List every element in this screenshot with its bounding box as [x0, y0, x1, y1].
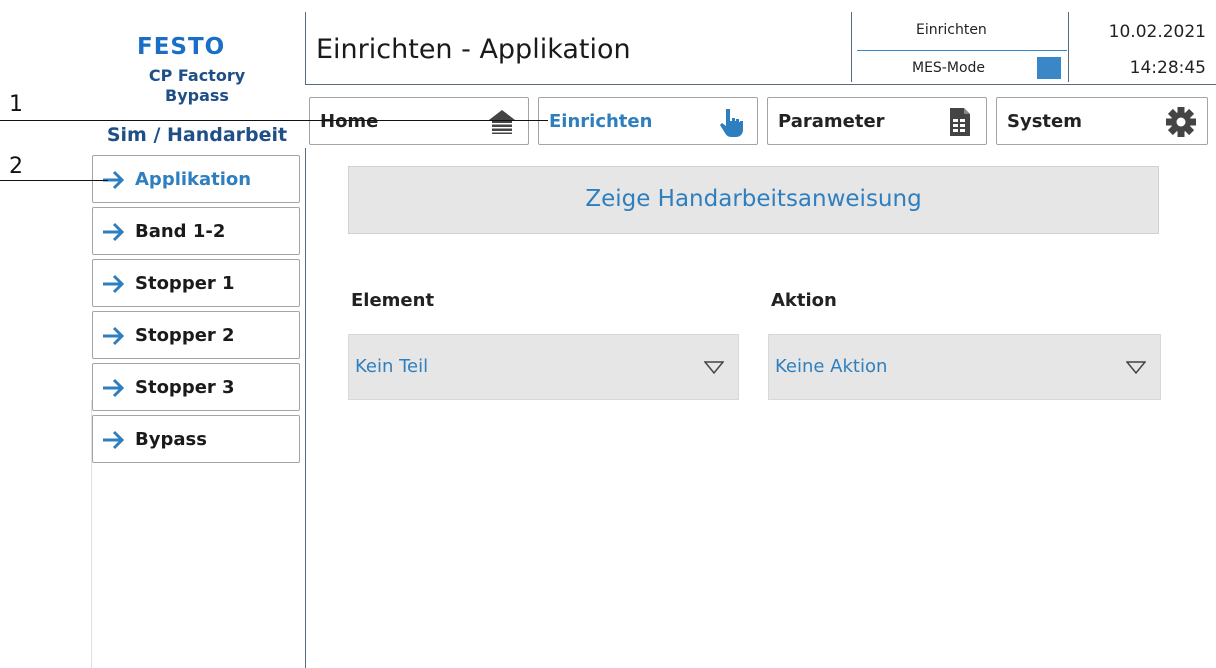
sidebar-divider — [305, 148, 306, 668]
arrow-right-icon — [103, 222, 125, 242]
annotation-line-2 — [0, 180, 108, 181]
action-dropdown-value: Keine Aktion — [775, 356, 888, 377]
sidebar-item-label: Stopper 1 — [135, 273, 235, 294]
sidebar-item-applikation[interactable]: Applikation — [92, 155, 300, 203]
sidebar-item-stopper-2[interactable]: Stopper 2 — [92, 311, 300, 359]
sidebar-item-label: Bypass — [135, 429, 207, 450]
show-instruction-button[interactable]: Zeige Handarbeitsanweisung — [348, 166, 1159, 234]
annotation-number-1: 1 — [9, 92, 23, 117]
sidebar-item-label: Stopper 2 — [135, 325, 235, 346]
nav-einrichten-button[interactable]: Einrichten — [538, 97, 758, 145]
nav-home-label: Home — [320, 111, 379, 132]
arrow-right-icon — [103, 378, 125, 398]
mes-mode-indicator[interactable] — [1037, 57, 1061, 79]
sidebar-item-stopper-1[interactable]: Stopper 1 — [92, 259, 300, 307]
sidebar-item-band-1-2[interactable]: Band 1-2 — [92, 207, 300, 255]
nav-parameter-label: Parameter — [778, 111, 885, 132]
nav-einrichten-label: Einrichten — [549, 111, 653, 132]
nav-system-label: System — [1007, 111, 1082, 132]
action-label: Aktion — [771, 290, 837, 311]
chevron-down-icon — [704, 361, 724, 375]
arrow-right-icon — [103, 430, 125, 450]
home-icon — [489, 110, 515, 134]
brand-line-bypass: Bypass — [165, 86, 229, 105]
festo-logo: FESTO — [137, 34, 226, 60]
element-dropdown-value: Kein Teil — [355, 356, 429, 377]
annotation-number-2: 2 — [9, 154, 23, 179]
sidebar-item-label: Applikation — [135, 169, 252, 190]
header-divider — [305, 12, 306, 84]
sidebar-item-bypass[interactable]: Bypass — [92, 415, 300, 463]
date-display: 10.02.2021 — [1108, 22, 1206, 42]
element-dropdown[interactable]: Kein Teil — [348, 334, 739, 400]
arrow-right-icon — [103, 326, 125, 346]
header-bottom-line — [305, 84, 1216, 85]
gear-icon — [1166, 107, 1196, 137]
status-separator — [857, 50, 1067, 51]
nav-parameter-button[interactable]: Parameter — [767, 97, 987, 145]
nav-system-button[interactable]: System — [996, 97, 1208, 145]
page-title: Einrichten - Applikation — [316, 34, 631, 65]
status-divider-left — [851, 12, 852, 82]
sidebar-item-label: Stopper 3 — [135, 377, 235, 398]
time-display: 14:28:45 — [1129, 58, 1206, 78]
arrow-right-icon — [103, 274, 125, 294]
sidebar-item-stopper-3[interactable]: Stopper 3 — [92, 363, 300, 411]
sidebar-item-label: Band 1-2 — [135, 221, 226, 242]
chevron-down-icon — [1126, 361, 1146, 375]
element-label: Element — [351, 290, 435, 311]
action-dropdown[interactable]: Keine Aktion — [768, 334, 1161, 400]
mes-mode-label: MES-Mode — [912, 60, 986, 76]
status-divider-right — [1068, 12, 1069, 82]
nav-home-button[interactable]: Home — [309, 97, 529, 145]
document-icon — [950, 108, 970, 136]
station-name: Sim / Handarbeit — [106, 124, 288, 146]
brand-line-cp-factory: CP Factory — [148, 66, 246, 85]
show-instruction-label: Zeige Handarbeitsanweisung — [585, 186, 922, 212]
hand-pointer-icon — [720, 109, 743, 137]
annotation-line-1 — [0, 120, 548, 121]
mode-status: Einrichten — [916, 22, 987, 38]
